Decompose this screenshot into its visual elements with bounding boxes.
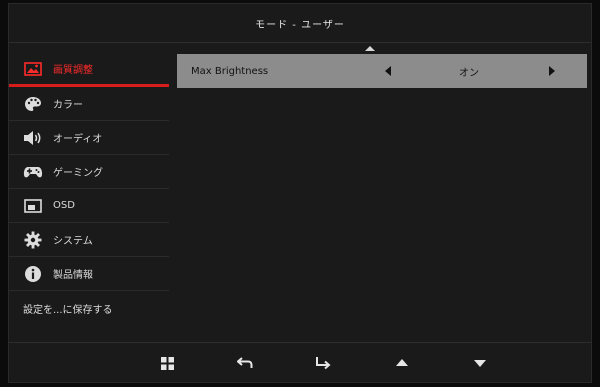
speaker-icon [23, 129, 43, 147]
sidebar-item-label: 製品情報 [53, 270, 93, 281]
sidebar-item-system[interactable]: システム [9, 223, 169, 257]
sidebar-item-color[interactable]: カラー [9, 87, 169, 121]
sidebar-item-label: OSD [53, 200, 75, 211]
setting-value: オン [459, 67, 479, 79]
sidebar-menu: 画質調整 カラー オーディオ ゲーミング OSD システム 製品情報 設定を..… [9, 53, 169, 343]
enter-icon[interactable] [315, 355, 331, 371]
up-arrow-icon[interactable] [394, 355, 410, 371]
osd-icon [23, 197, 43, 215]
top-divider [9, 42, 591, 43]
grid-icon[interactable] [159, 355, 175, 371]
sidebar-item-gaming[interactable]: ゲーミング [9, 155, 169, 189]
down-arrow-icon[interactable] [472, 355, 488, 371]
sidebar-item-osd[interactable]: OSD [9, 189, 169, 223]
sidebar-item-audio[interactable]: オーディオ [9, 121, 169, 155]
palette-icon [23, 95, 43, 113]
sidebar-item-label: ゲーミング [53, 168, 103, 179]
button-guide-bar [9, 343, 591, 384]
value-left-arrow[interactable] [385, 66, 391, 76]
sidebar-item-label: カラー [53, 100, 83, 111]
info-icon [23, 265, 43, 283]
setting-row-max-brightness[interactable]: Max Brightness オン [177, 54, 587, 88]
osd-title: モード - ユーザー [255, 19, 345, 31]
value-right-arrow[interactable] [549, 66, 555, 76]
sidebar-item-product-info[interactable]: 製品情報 [9, 257, 169, 291]
scroll-up-indicator [365, 46, 375, 51]
sidebar-item-label: システム [53, 236, 93, 247]
save-settings-button[interactable]: 設定を...に保存する [9, 291, 169, 325]
sidebar-item-label: 画質調整 [53, 65, 93, 76]
picture-icon [23, 60, 43, 78]
sidebar-item-label: オーディオ [53, 134, 103, 145]
osd-window: モード - ユーザー 画質調整 カラー オーディオ ゲーミング OSD システム… [8, 3, 592, 383]
sidebar-item-picture[interactable]: 画質調整 [9, 53, 169, 87]
setting-label: Max Brightness [191, 65, 269, 77]
return-icon[interactable] [237, 355, 253, 371]
gear-icon [23, 231, 43, 249]
gamepad-icon [23, 163, 43, 181]
